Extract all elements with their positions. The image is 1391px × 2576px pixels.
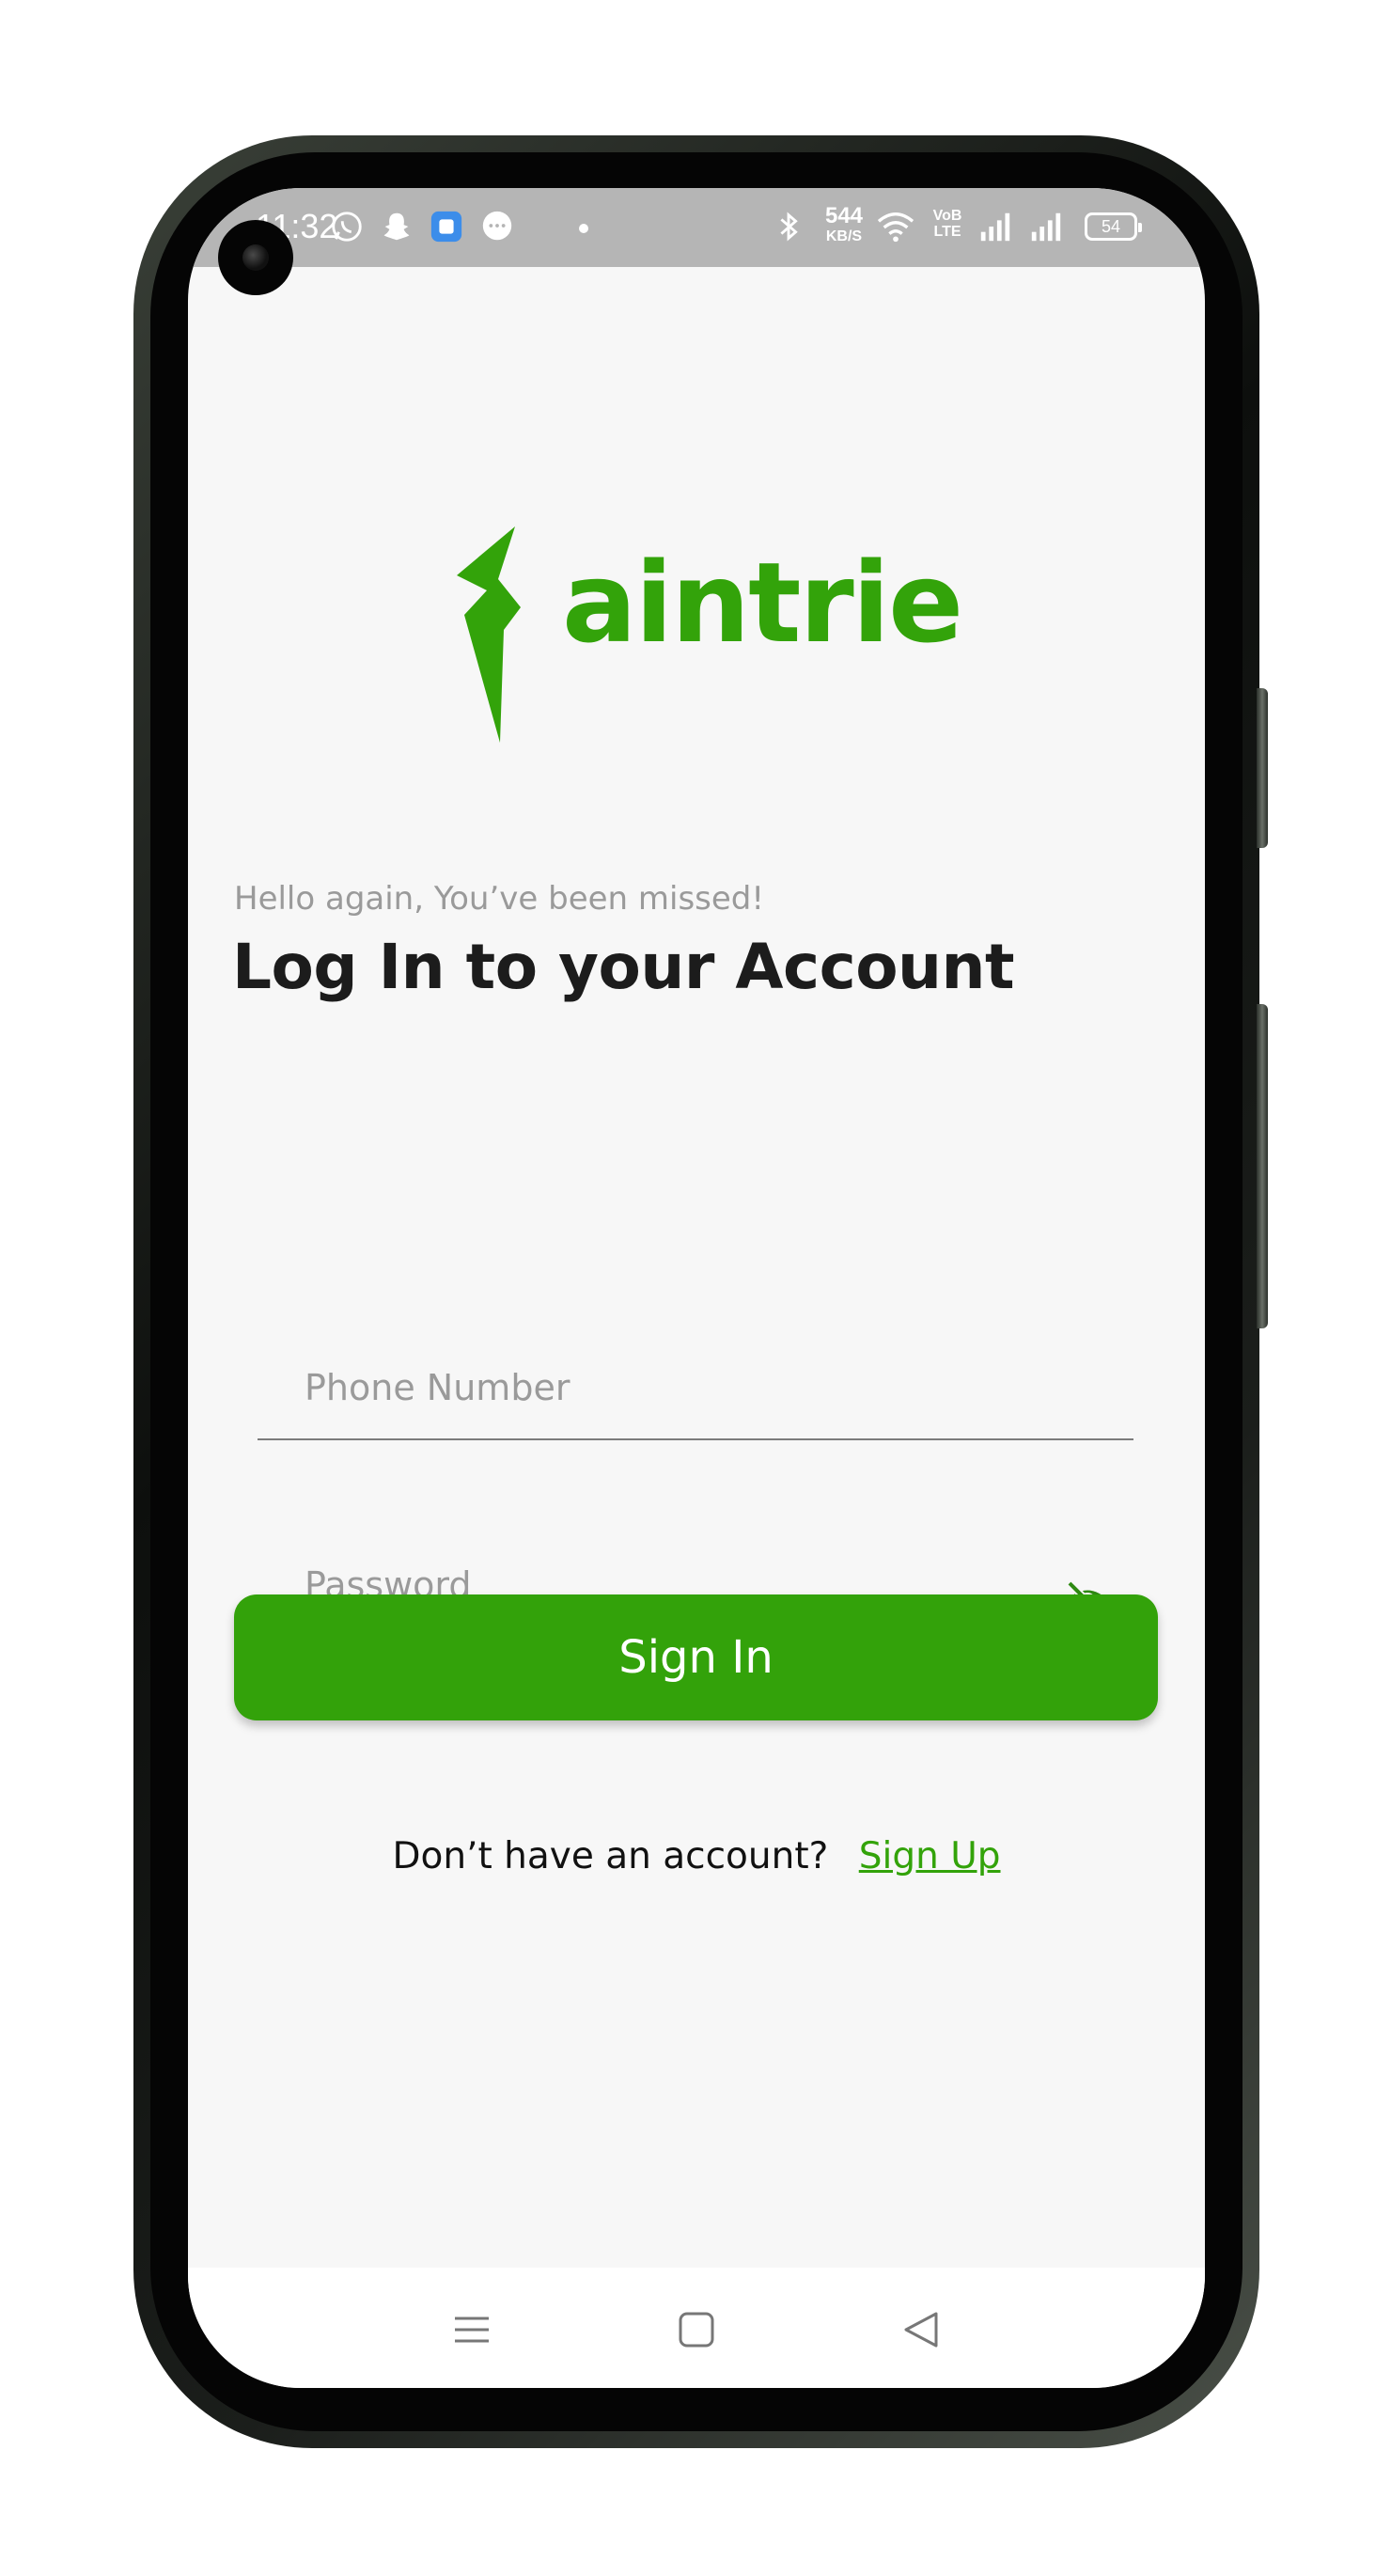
phone-number-input[interactable] [258, 1337, 1133, 1438]
page-title: Log In to your Account [232, 931, 1015, 1003]
front-camera [218, 220, 293, 295]
sign-up-link[interactable]: Sign Up [859, 1835, 1001, 1877]
snapchat-icon [383, 212, 410, 241]
app-icon [430, 211, 462, 243]
app-screen: 11:32 544 KB/S VoB LTE 54 aintrie Hello … [188, 188, 1205, 2388]
battery-icon: 54 [1085, 212, 1142, 241]
wifi-icon [877, 212, 914, 243]
home-square-icon[interactable] [676, 2309, 717, 2350]
network-speed: 544 KB/S [824, 203, 864, 244]
aintrie-logo-icon [457, 526, 521, 743]
phone-number-field [258, 1337, 1133, 1440]
logo-wordmark: aintrie [562, 538, 963, 668]
volte-indicator: VoB LTE [932, 208, 962, 240]
greeting-text: Hello again, You’ve been missed! [234, 880, 765, 918]
power-button [1257, 1004, 1268, 1328]
bluetooth-icon [780, 212, 798, 242]
signal-icon [1031, 212, 1061, 242]
volume-button [1257, 688, 1268, 848]
dot-icon [579, 224, 588, 233]
messages-icon [482, 211, 512, 241]
signup-row: Don’t have an account? Sign Up [188, 1835, 1205, 1877]
whatsapp-icon [332, 212, 362, 242]
navigation-bar [188, 2268, 1205, 2388]
signal-icon [980, 212, 1010, 242]
back-triangle-icon[interactable] [900, 2309, 942, 2350]
status-bar: 11:32 544 KB/S VoB LTE 54 [188, 188, 1205, 267]
menu-icon[interactable] [451, 2309, 492, 2350]
signup-prompt: Don’t have an account? [392, 1835, 829, 1877]
sign-in-button[interactable]: Sign In [234, 1594, 1158, 1720]
